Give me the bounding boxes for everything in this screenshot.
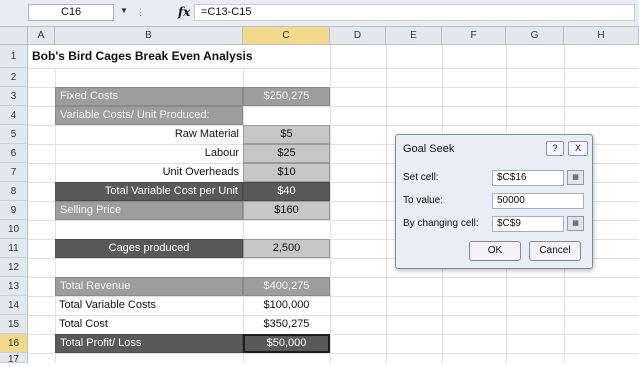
unit-overheads-label[interactable]: Unit Overheads xyxy=(55,163,243,182)
variable-costs-label[interactable]: Variable Costs/ Unit Produced: xyxy=(55,106,243,125)
formula-input[interactable]: =C13-C15 xyxy=(194,4,635,21)
fixed-costs-label[interactable]: Fixed Costs xyxy=(55,87,243,106)
column-header-e[interactable]: E xyxy=(386,27,442,45)
cancel-button[interactable]: Cancel xyxy=(529,241,581,261)
select-all-corner[interactable] xyxy=(0,27,28,45)
row-header-10[interactable]: 10 xyxy=(0,220,28,239)
row-header-6[interactable]: 6 xyxy=(0,144,28,163)
row-header-7[interactable]: 7 xyxy=(0,163,28,182)
help-icon[interactable]: ? xyxy=(546,141,564,156)
row-header-13[interactable]: 13 xyxy=(0,277,28,296)
row-header-8[interactable]: 8 xyxy=(0,182,28,201)
dialog-title: Goal Seek xyxy=(403,143,455,155)
close-icon[interactable]: X xyxy=(568,141,588,156)
row-header-3[interactable]: 3 xyxy=(0,87,28,106)
row-header-1[interactable]: 1 xyxy=(0,45,28,68)
cages-produced-value[interactable]: 2,500 xyxy=(243,239,330,258)
fixed-costs-value[interactable]: $250,275 xyxy=(243,87,330,106)
changing-cell-label: By changing cell: xyxy=(403,218,479,229)
total-revenue-value[interactable]: $400,275 xyxy=(243,277,330,296)
selling-price-value[interactable]: $160 xyxy=(243,201,330,220)
total-variable-costs-value[interactable]: $100,000 xyxy=(243,296,330,315)
total-revenue-label[interactable]: Total Revenue xyxy=(55,277,243,296)
column-header-d[interactable]: D xyxy=(330,27,386,45)
column-header-a[interactable]: A xyxy=(28,27,55,45)
gridline xyxy=(28,353,639,354)
formula-bar-separator-icon: ⋮ xyxy=(136,7,145,17)
row-header-5[interactable]: 5 xyxy=(0,125,28,144)
to-value-input[interactable]: 50000 xyxy=(492,193,584,209)
column-header-c[interactable]: C xyxy=(243,27,330,45)
total-cost-label[interactable]: Total Cost xyxy=(55,315,243,334)
column-header-g[interactable]: G xyxy=(506,27,564,45)
changing-cell-collapse-icon[interactable]: ▦ xyxy=(567,216,584,231)
row-header-4[interactable]: 4 xyxy=(0,106,28,125)
raw-material-label[interactable]: Raw Material xyxy=(55,125,243,144)
total-variable-cost-value[interactable]: $40 xyxy=(243,182,330,201)
total-variable-costs-label[interactable]: Total Variable Costs xyxy=(55,296,243,315)
goal-seek-dialog: Goal Seek ? X Set cell: $C$16 ▦ To value… xyxy=(395,134,593,269)
row-header-2[interactable]: 2 xyxy=(0,68,28,87)
labour-value[interactable]: $25 xyxy=(243,144,330,163)
row-header-9[interactable]: 9 xyxy=(0,201,28,220)
row-header-16[interactable]: 16 xyxy=(0,334,28,353)
row-header-14[interactable]: 14 xyxy=(0,296,28,315)
formula-bar: C16 ▼ ⋮ fx =C13-C15 xyxy=(0,0,639,27)
row-header-12[interactable]: 12 xyxy=(0,258,28,277)
column-header-h[interactable]: H xyxy=(564,27,639,45)
column-header-b[interactable]: B xyxy=(55,27,243,45)
unit-overheads-value[interactable]: $10 xyxy=(243,163,330,182)
name-box-dropdown-icon[interactable]: ▼ xyxy=(120,6,128,15)
cages-produced-label[interactable]: Cages produced xyxy=(55,239,243,258)
labour-label[interactable]: Labour xyxy=(55,144,243,163)
row-header-11[interactable]: 11 xyxy=(0,239,28,258)
name-box[interactable]: C16 xyxy=(28,4,114,21)
set-cell-label: Set cell: xyxy=(403,172,439,183)
ok-button[interactable]: OK xyxy=(469,241,521,261)
sheet-title[interactable]: Bob's Bird Cages Break Even Analysis xyxy=(28,45,328,68)
gridline xyxy=(28,68,639,69)
total-cost-value[interactable]: $350,275 xyxy=(243,315,330,334)
row-header-17[interactable]: 17 xyxy=(0,353,28,365)
total-profit-loss-value[interactable]: $50,000 xyxy=(243,334,330,353)
raw-material-value[interactable]: $5 xyxy=(243,125,330,144)
selling-price-label[interactable]: Selling Price xyxy=(55,201,243,220)
total-variable-cost-label[interactable]: Total Variable Cost per Unit xyxy=(55,182,243,201)
row-header-15[interactable]: 15 xyxy=(0,315,28,334)
set-cell-input[interactable]: $C$16 xyxy=(492,170,564,186)
column-header-f[interactable]: F xyxy=(442,27,506,45)
total-profit-loss-label[interactable]: Total Profit/ Loss xyxy=(55,334,243,353)
changing-cell-input[interactable]: $C$9 xyxy=(492,216,564,232)
set-cell-collapse-icon[interactable]: ▦ xyxy=(567,170,584,185)
to-value-label: To value: xyxy=(403,195,444,206)
insert-function-icon[interactable]: fx xyxy=(178,5,190,19)
